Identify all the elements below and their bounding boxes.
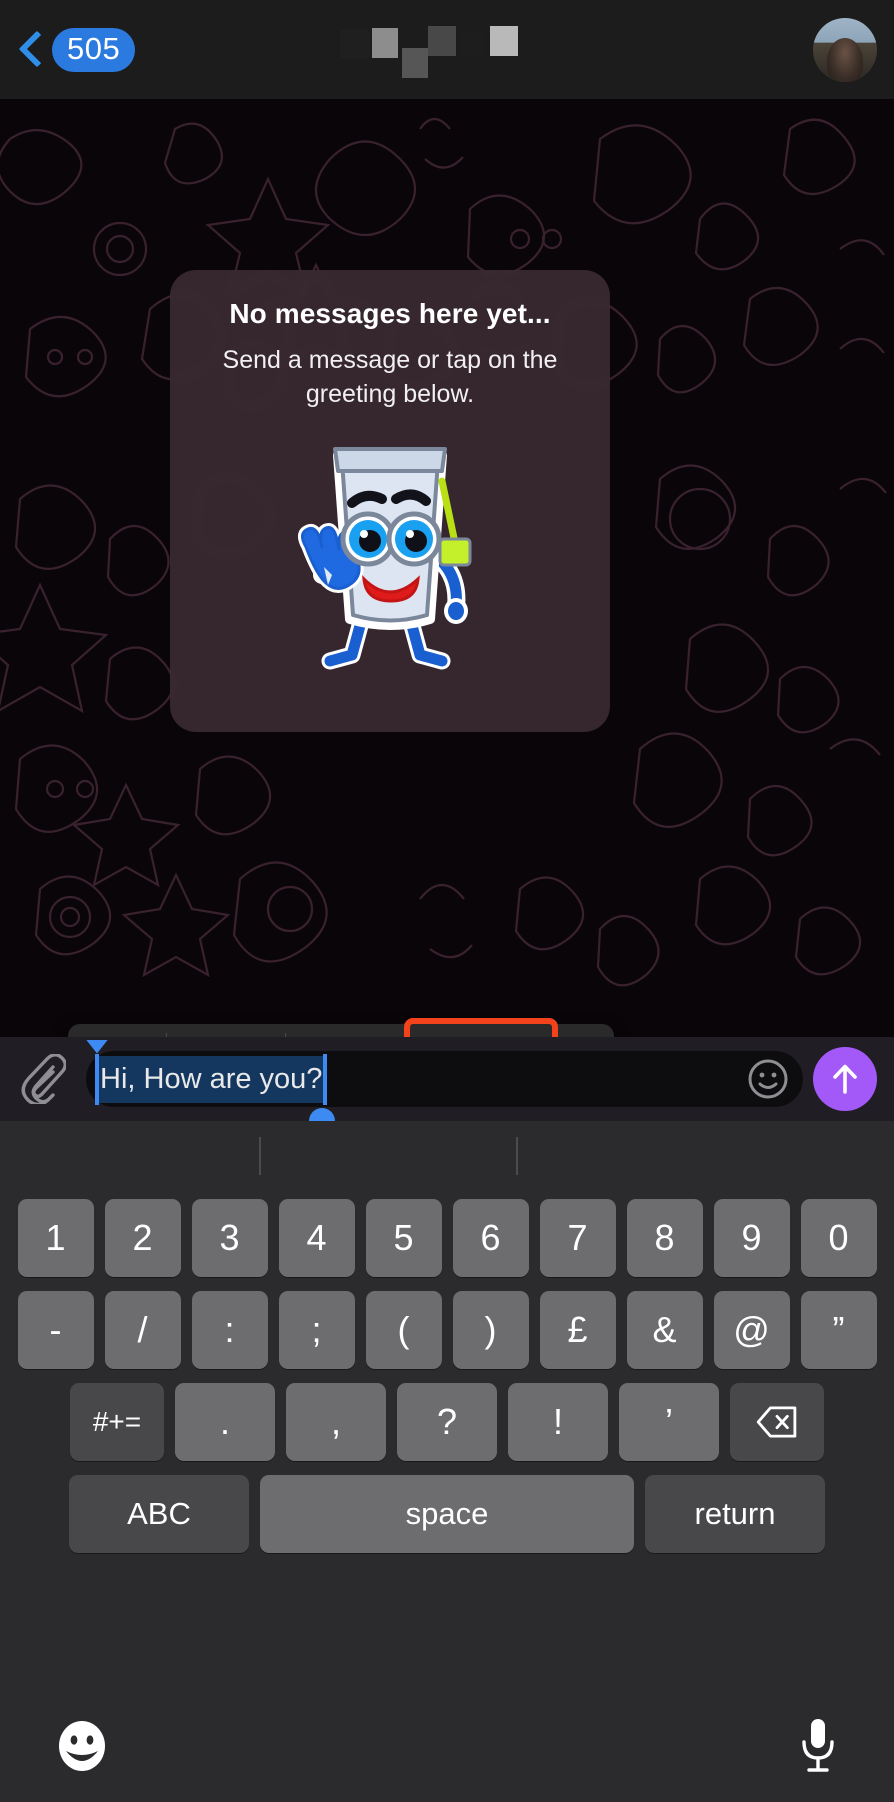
key-9[interactable]: 9	[713, 1199, 790, 1277]
key-paren-open[interactable]: (	[365, 1291, 442, 1369]
selection-caret-start[interactable]	[95, 1053, 99, 1105]
paperclip-icon	[21, 1054, 66, 1104]
key-pound[interactable]: £	[539, 1291, 616, 1369]
key-3[interactable]: 3	[191, 1199, 268, 1277]
back-button[interactable]: 505	[18, 27, 136, 72]
emoji-switch-button[interactable]	[54, 1718, 110, 1774]
selection-caret-end[interactable]	[323, 1053, 328, 1105]
emoji-keyboard-button[interactable]	[747, 1058, 789, 1100]
smiley-face-icon	[748, 1059, 788, 1099]
message-input-field[interactable]: Hi, How are you?	[86, 1039, 803, 1134]
key-at[interactable]: @	[713, 1291, 790, 1369]
key-quote[interactable]: ”	[800, 1291, 877, 1369]
waving-cup-sticker-icon	[298, 447, 472, 670]
microphone-icon	[802, 1719, 834, 1772]
context-menu-item-paste[interactable]: Paste	[285, 1024, 410, 1037]
keyboard-row-numbers: 1 2 3 4 5 6 7 8 9 0	[0, 1189, 894, 1277]
selected-text-region: Hi, How are you?	[86, 1039, 336, 1134]
chevron-left-icon	[18, 29, 44, 71]
key-2[interactable]: 2	[104, 1199, 181, 1277]
keyboard-row-punctuation: #+= . , ? ! ’	[0, 1383, 894, 1461]
context-menu-item-copy[interactable]: Copy	[166, 1024, 285, 1037]
key-space[interactable]: space	[260, 1475, 634, 1553]
context-menu-item-cut[interactable]: Cut	[68, 1024, 166, 1037]
unread-count-badge: 505	[52, 27, 136, 72]
keyboard-bottom-bar	[0, 1690, 894, 1802]
key-apostrophe[interactable]: ’	[619, 1383, 719, 1461]
key-6[interactable]: 6	[452, 1199, 529, 1277]
key-return[interactable]: return	[645, 1475, 825, 1553]
keyboard-row-symbols: - / : ; ( ) £ & @ ”	[0, 1291, 894, 1369]
key-7[interactable]: 7	[539, 1199, 616, 1277]
key-backspace[interactable]	[730, 1383, 824, 1461]
context-menu-item-format[interactable]: Format	[404, 1018, 558, 1037]
key-0[interactable]: 0	[800, 1199, 877, 1277]
message-input-value: Hi, How are you?	[100, 1062, 323, 1095]
selection-handle-start[interactable]	[86, 1039, 108, 1054]
context-menu-more-button[interactable]	[551, 1024, 614, 1037]
key-question[interactable]: ?	[397, 1383, 497, 1461]
empty-state-subtitle: Send a message or tap on the greeting be…	[222, 346, 558, 408]
key-hyphen[interactable]: -	[17, 1291, 94, 1369]
keyboard-row-bottom: ABC space return	[0, 1475, 894, 1553]
key-paren-close[interactable]: )	[452, 1291, 529, 1369]
backspace-icon	[756, 1406, 797, 1438]
empty-state-title: No messages here yet...	[229, 298, 551, 329]
chat-header: 505	[0, 0, 894, 99]
key-ampersand[interactable]: &	[626, 1291, 703, 1369]
key-4[interactable]: 4	[278, 1199, 355, 1277]
predictive-text-bar[interactable]	[0, 1121, 894, 1189]
send-button[interactable]	[813, 1047, 877, 1111]
key-5[interactable]: 5	[365, 1199, 442, 1277]
empty-state-bubble: No messages here yet... Send a message o…	[170, 270, 610, 732]
chat-area: No messages here yet... Send a message o…	[0, 99, 894, 1037]
text-selection-context-menu: Cut Copy Paste Format	[68, 1018, 614, 1037]
on-screen-keyboard: 1 2 3 4 5 6 7 8 9 0 - / : ; ( ) £ & @ ” …	[0, 1121, 894, 1690]
chat-title-redacted	[340, 22, 560, 80]
key-semicolon[interactable]: ;	[278, 1291, 355, 1369]
greeting-sticker[interactable]	[192, 429, 588, 675]
phone-screen: 505 No messages here yet... Send a messa…	[0, 0, 894, 1802]
key-1[interactable]: 1	[17, 1199, 94, 1277]
arrow-up-icon	[833, 1064, 857, 1094]
key-exclamation[interactable]: !	[508, 1383, 608, 1461]
avatar[interactable]	[813, 18, 877, 82]
key-8[interactable]: 8	[626, 1199, 703, 1277]
key-comma[interactable]: ,	[286, 1383, 386, 1461]
message-input-bar: Hi, How are you?	[0, 1037, 894, 1134]
key-colon[interactable]: :	[191, 1291, 268, 1369]
key-symbols-toggle[interactable]: #+=	[70, 1383, 164, 1461]
key-period[interactable]: .	[175, 1383, 275, 1461]
emoji-face-icon	[59, 1721, 105, 1771]
dictation-button[interactable]	[796, 1716, 840, 1776]
key-abc[interactable]: ABC	[69, 1475, 249, 1553]
key-slash[interactable]: /	[104, 1291, 181, 1369]
attach-button[interactable]	[0, 1054, 86, 1104]
